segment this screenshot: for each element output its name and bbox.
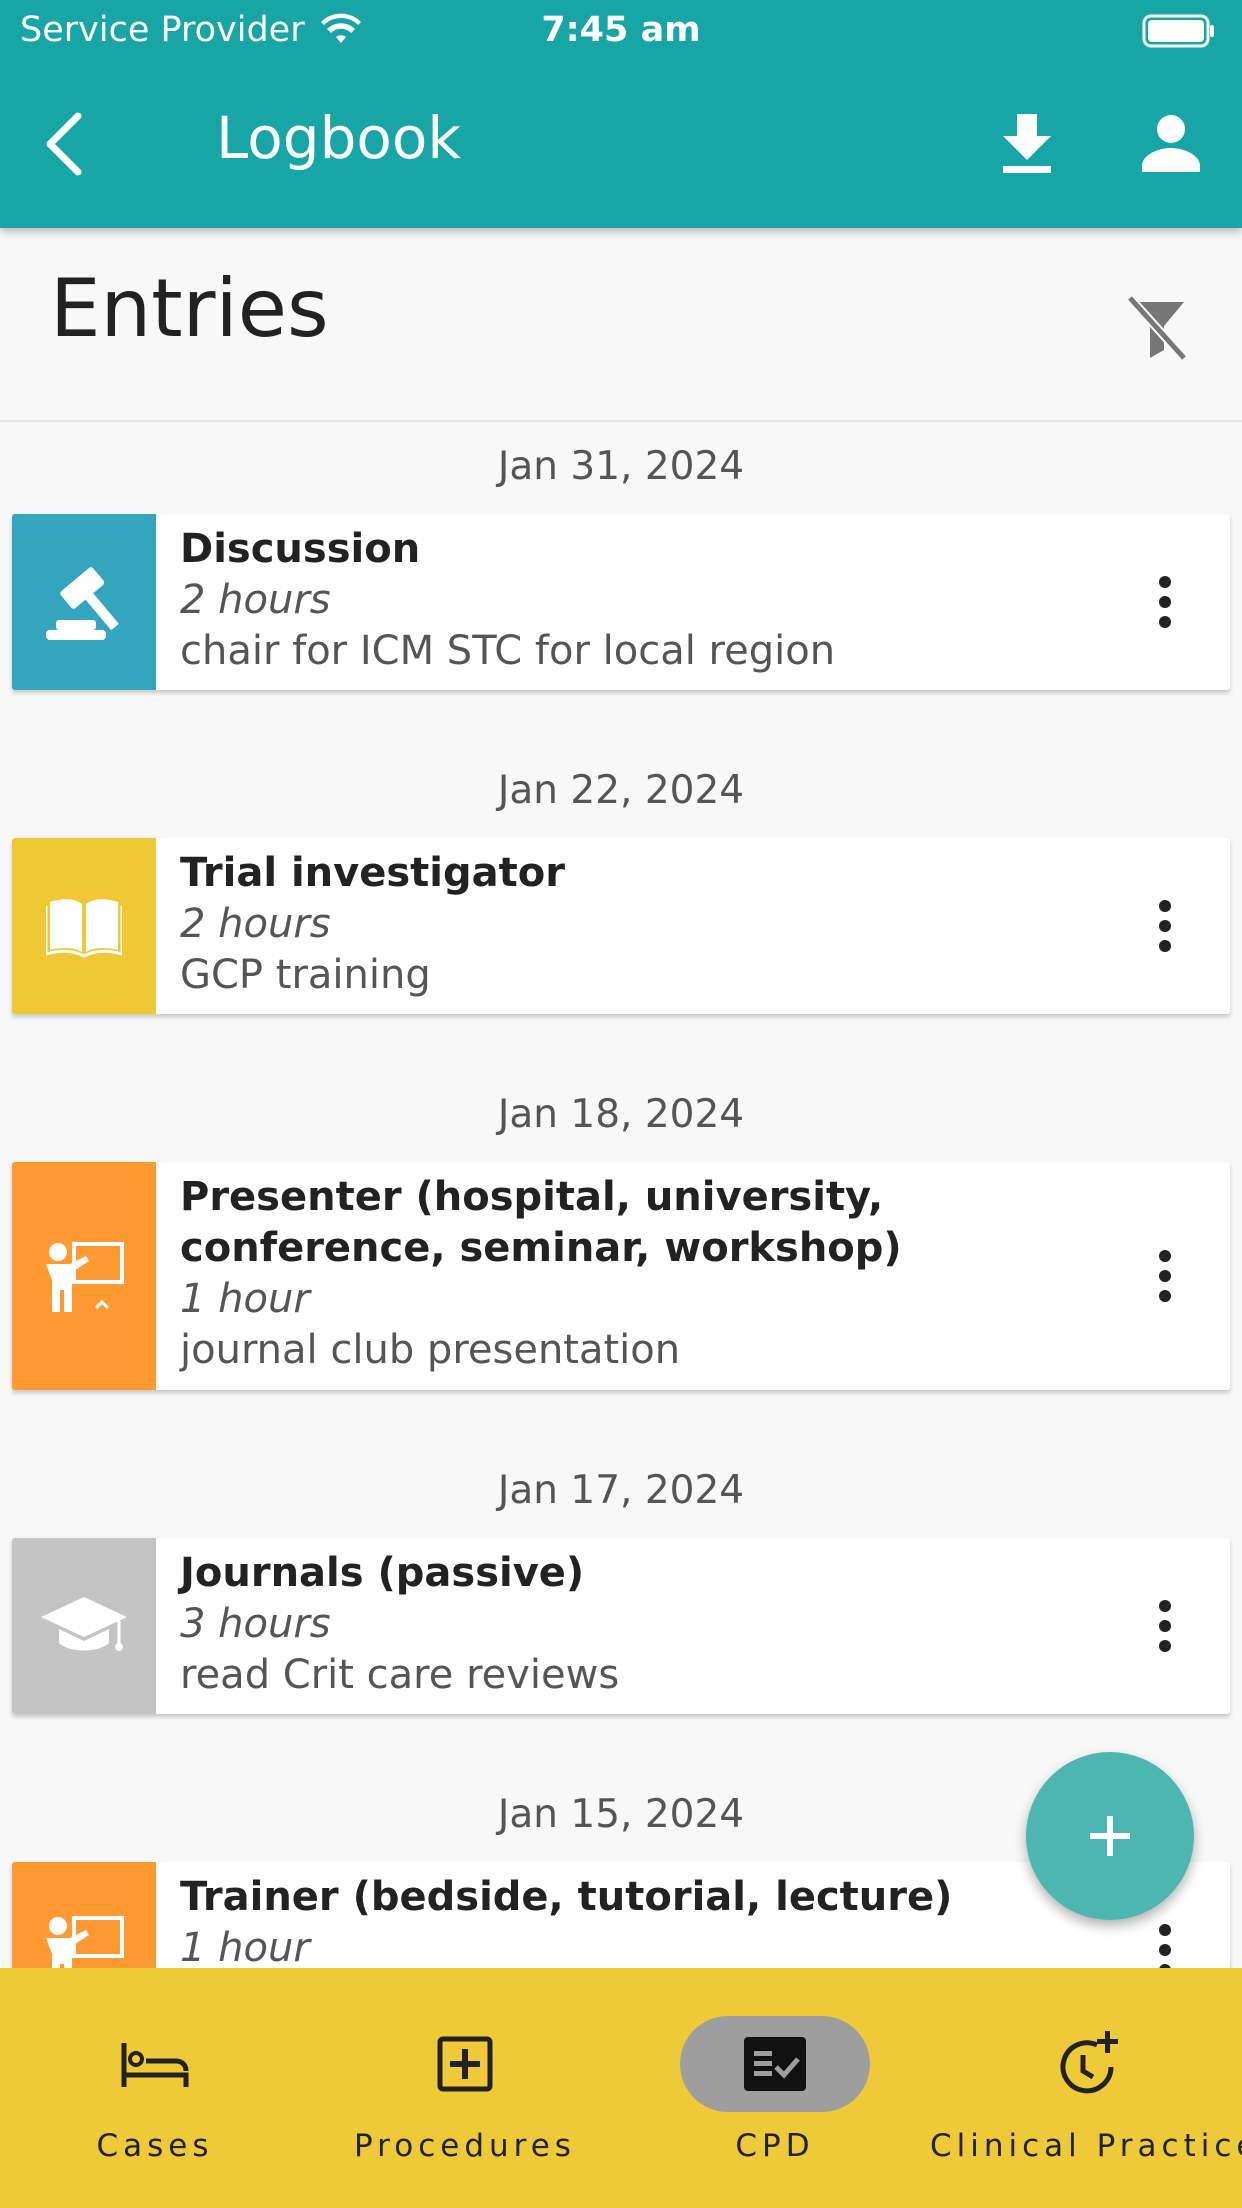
entry-card[interactable]: Trial investigator 2 hours GCP training [12,838,1230,1014]
nav-clinical-practice[interactable]: Clinical Practice [930,1968,1242,2208]
entry-title: Journals (passive) [180,1550,585,1596]
gavel-icon [46,567,119,640]
presenter-icon [46,1242,124,1312]
date-header: Jan 31, 2024 [497,444,745,489]
status-time: 7:45 am [541,10,701,50]
entry-duration: 1 hour [180,1925,310,1971]
entry-card[interactable]: Journals (passive) 3 hours read Crit car… [12,1538,1230,1714]
entry-description: chair for ICM STC for local region [180,628,836,674]
entry-icon-box [12,514,156,690]
battery-icon [1142,14,1214,48]
bed-icon [121,2043,189,2087]
entry-description: journal club presentation [180,1327,681,1373]
date-header: Jan 17, 2024 [497,1468,745,1513]
more-vert-icon[interactable] [1158,1599,1172,1653]
plus-box-icon [437,2036,493,2092]
app-bar: Service Provider 7:45 am Logbook [0,0,1242,228]
more-vert-icon[interactable] [1158,575,1172,629]
entry-title: Discussion [180,526,421,572]
entry-icon-box [12,838,156,1014]
entry-title: Trial investigator [180,850,565,896]
entry-duration: 1 hour [180,1276,310,1322]
entries-header: Entries [0,228,1242,422]
entry-card[interactable]: Discussion 2 hours chair for ICM STC for… [12,514,1230,690]
clock-plus-icon [1060,2031,1118,2094]
entry-duration: 3 hours [180,1601,331,1647]
entry-duration: 2 hours [180,577,331,623]
nav-icon-container [991,2016,1181,2112]
entry-title: conference, seminar, workshop) [180,1225,902,1271]
nav-label: Cases [96,2128,214,2164]
entry-description: GCP training [180,952,431,998]
add-entry-button[interactable] [1026,1752,1194,1920]
checklist-icon [744,2037,806,2091]
entry-icon-box [12,1162,156,1390]
nav-label: CPD [735,2128,815,2164]
nav-icon-container [370,2016,560,2112]
nav-label: Procedures [354,2128,576,2164]
entry-duration: 2 hours [180,901,331,947]
bottom-nav: Cases Procedures CPD Clinical Practice [0,1968,1242,2208]
entry-icon-box [12,1538,156,1714]
nav-icon-container [60,2016,250,2112]
back-arrow-icon[interactable] [38,108,98,180]
download-icon[interactable] [998,112,1056,176]
profile-icon[interactable] [1140,112,1202,174]
nav-cases[interactable]: Cases [0,1968,310,2208]
page-title: Logbook [216,104,461,172]
date-header: Jan 22, 2024 [497,768,745,813]
entry-description: read Crit care reviews [180,1652,620,1698]
entries-title: Entries [50,262,329,355]
entry-card[interactable]: Presenter (hospital, university, confere… [12,1162,1230,1390]
nav-cpd[interactable]: CPD [620,1968,930,2208]
date-header: Jan 18, 2024 [497,1092,745,1137]
plus-icon [1090,1816,1130,1856]
nav-icon-container [680,2016,870,2112]
entry-title: Presenter (hospital, university, [180,1174,884,1220]
filter-off-icon[interactable] [1122,292,1192,362]
nav-label: Clinical Practice [930,2128,1242,2164]
book-icon [46,899,122,958]
more-vert-icon[interactable] [1158,1249,1172,1303]
nav-procedures[interactable]: Procedures [310,1968,620,2208]
more-vert-icon[interactable] [1158,899,1172,953]
graduation-cap-icon [41,1597,127,1651]
